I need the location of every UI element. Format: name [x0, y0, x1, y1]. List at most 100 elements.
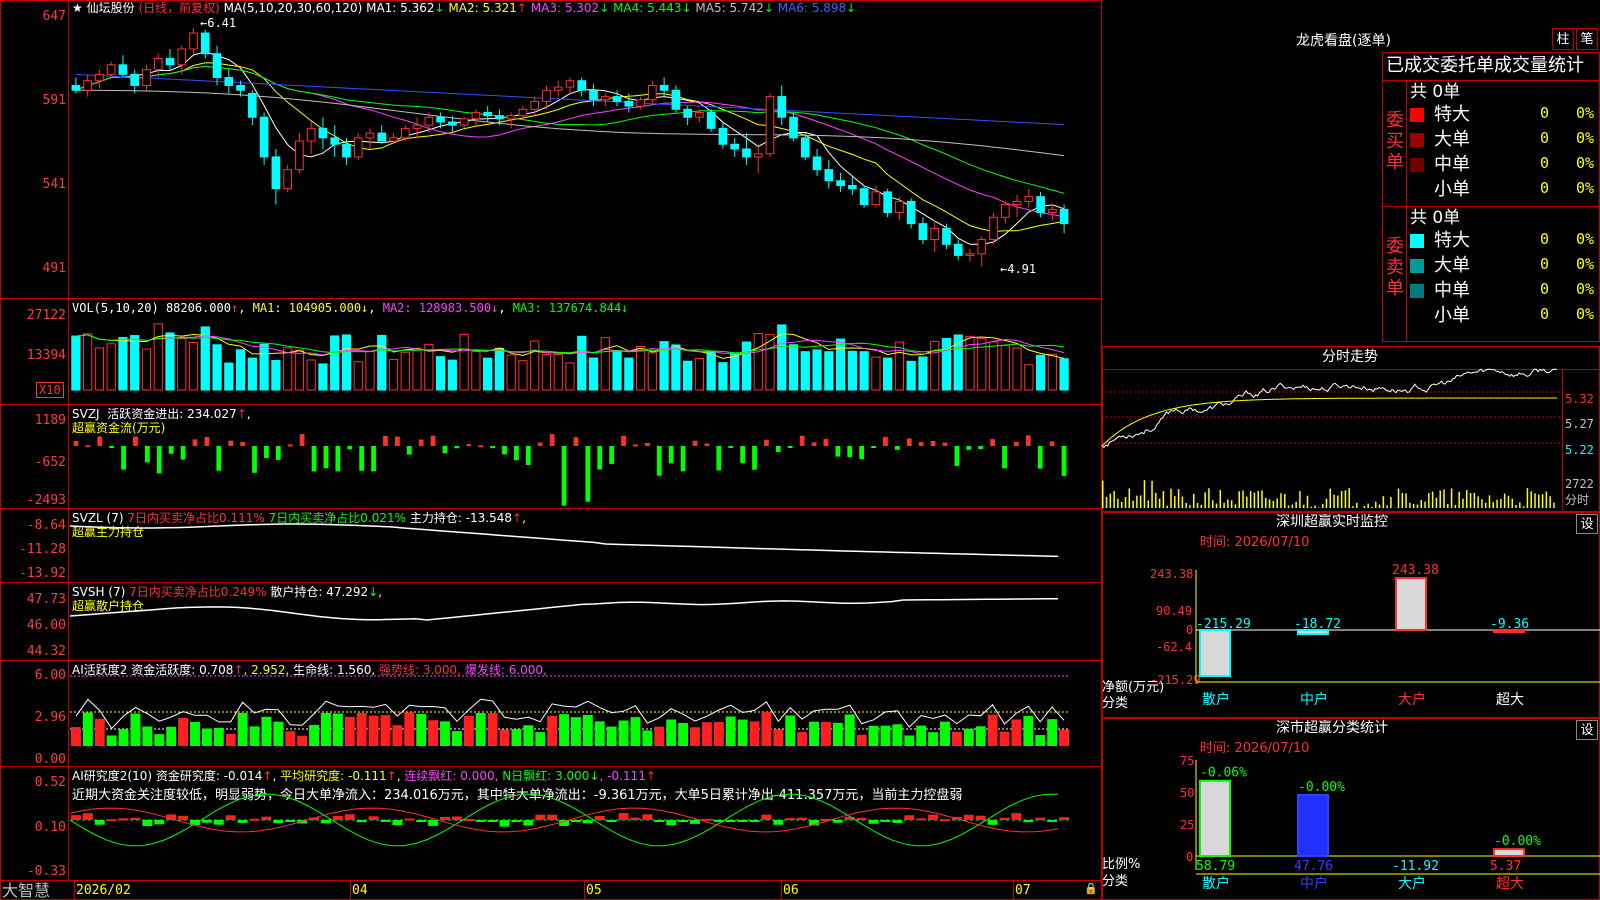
flow-bar-out	[835, 446, 841, 457]
volume-bar	[400, 351, 410, 391]
tab-bar-view[interactable]: 柱	[1552, 28, 1574, 50]
ai2-tick-2: 0.10	[34, 820, 66, 835]
intraday-vol-bar	[1530, 491, 1532, 508]
panel-divider-6	[0, 766, 1102, 767]
volume-bar	[1035, 354, 1046, 391]
candle-body	[200, 32, 210, 55]
period-label[interactable]: (日线，前复权)	[138, 1, 219, 15]
stats-top-label: -0.00%	[1298, 780, 1345, 795]
svzj-flow-chart[interactable]	[70, 424, 1098, 506]
flow-bar-out	[359, 446, 365, 471]
intraday-vol-bar	[1405, 493, 1407, 508]
monitor-y-2: 90.49	[1156, 604, 1193, 618]
activity-bar	[178, 718, 189, 746]
lock-icon[interactable]: 🔒	[1084, 882, 1098, 896]
intraday-vol-bar	[1310, 506, 1313, 508]
volume-bar	[83, 333, 93, 391]
activity-bar	[582, 714, 593, 746]
monitor-bar-chart[interactable]: -215.29 散户 -18.72 中户 243.38 大户 -9.36 超大	[1195, 563, 1600, 716]
candle-body	[859, 188, 869, 206]
ai-activity-chart[interactable]	[70, 674, 1098, 762]
intraday-vol-bar	[1261, 490, 1263, 508]
orderbook-subtitle: 已成交委托单成交量统计	[1386, 55, 1584, 76]
flow-bar-out	[323, 446, 329, 469]
flow-bar-in	[1049, 441, 1055, 446]
svzl-line-chart[interactable]	[69, 520, 1098, 580]
activity-bar	[928, 732, 939, 746]
candle-body	[965, 253, 975, 256]
volume-bar	[553, 353, 563, 391]
intraday-chart[interactable]	[1101, 368, 1560, 510]
candlestick-chart[interactable]	[70, 14, 1098, 284]
order-color-swatch	[1410, 133, 1424, 147]
volume-bar	[483, 357, 493, 391]
candle-body	[153, 57, 163, 71]
intraday-axis-line	[1562, 370, 1563, 510]
research-bar	[701, 818, 712, 821]
volume-bar	[165, 332, 175, 391]
volume-bar	[388, 359, 399, 391]
volume-bar	[506, 354, 516, 391]
volume-chart[interactable]	[70, 318, 1098, 398]
svzl-tick-1: -8.64	[26, 518, 66, 533]
vol-header: VOL(5,10,20) 88206.000↑, MA1: 104905.000…	[72, 301, 629, 315]
volume-ma-line	[75, 334, 1065, 356]
order-row-percent: 0%	[1576, 104, 1595, 122]
activity-bar	[225, 733, 236, 746]
volume-bar	[435, 356, 446, 391]
stats-value-label: 5.37	[1490, 859, 1521, 874]
flow-bar-in	[537, 442, 543, 446]
stock-name[interactable]: 仙坛股份	[87, 1, 135, 15]
candle-body	[495, 115, 504, 120]
candle-body	[353, 137, 363, 158]
tab-tick-view[interactable]: 笔	[1576, 28, 1598, 50]
activity-bar	[856, 734, 867, 746]
flow-bar-out	[490, 446, 495, 449]
intraday-vol-bar	[1450, 488, 1453, 508]
ma3-item: MA3: 5.302↓	[530, 1, 610, 15]
intraday-vol-bar	[1428, 493, 1430, 508]
stats-bar-chart[interactable]: -0.06% 58.79散户 -0.00% 47.76中户 -11.92大户 -0.00%…	[1195, 760, 1600, 898]
intraday-vol-bar	[1280, 493, 1282, 508]
flow-bar-out	[371, 446, 376, 472]
intraday-vol-bar	[1128, 488, 1131, 508]
monitor-settings-button[interactable]: 设	[1576, 514, 1598, 534]
order-row-volume: 0	[1540, 154, 1550, 172]
volume-bar	[612, 350, 622, 391]
research-bar	[725, 820, 736, 822]
intraday-vol-bar	[1477, 496, 1479, 508]
intraday-vol-bar	[1492, 502, 1495, 508]
right-title: 龙虎看盘(逐单)	[1296, 33, 1391, 49]
candle-body	[83, 80, 92, 91]
order-row-name: 小单	[1434, 179, 1470, 200]
intraday-vol-bar	[1181, 496, 1184, 508]
svsh-line-chart[interactable]	[69, 596, 1098, 656]
flow-bar-out	[1002, 446, 1007, 469]
intraday-vol-bar	[1211, 500, 1214, 508]
activity-bar	[666, 719, 677, 746]
ai2-tick-3: -0.33	[26, 864, 66, 879]
order-color-swatch	[1410, 284, 1424, 298]
candle-body	[553, 86, 563, 91]
flow-bar-out	[775, 446, 781, 452]
volume-bar	[706, 350, 716, 391]
panel-divider-1	[0, 298, 1102, 299]
intraday-vol-bar	[1257, 490, 1259, 508]
candle-body	[612, 96, 622, 102]
star-icon[interactable]: ★	[72, 1, 83, 15]
candle-body	[848, 185, 857, 190]
intraday-vol-bar	[1105, 496, 1108, 508]
intraday-vol-bar	[1356, 502, 1358, 508]
monitor-time: 时间: 2026/07/10	[1200, 535, 1310, 550]
flow-bar-in	[192, 439, 198, 446]
date-tick-5: 07	[1015, 883, 1031, 898]
date-sep-5	[1013, 881, 1014, 900]
activity-bar	[428, 720, 439, 746]
ai-research-chart[interactable]	[69, 793, 1098, 878]
stats-settings-button[interactable]: 设	[1576, 720, 1598, 740]
intraday-vol-bar	[1447, 503, 1449, 508]
activity-bar	[1059, 729, 1069, 746]
flow-bar-out	[752, 446, 757, 470]
volume-bar	[94, 347, 105, 391]
intraday-vol-bar	[1276, 498, 1278, 508]
